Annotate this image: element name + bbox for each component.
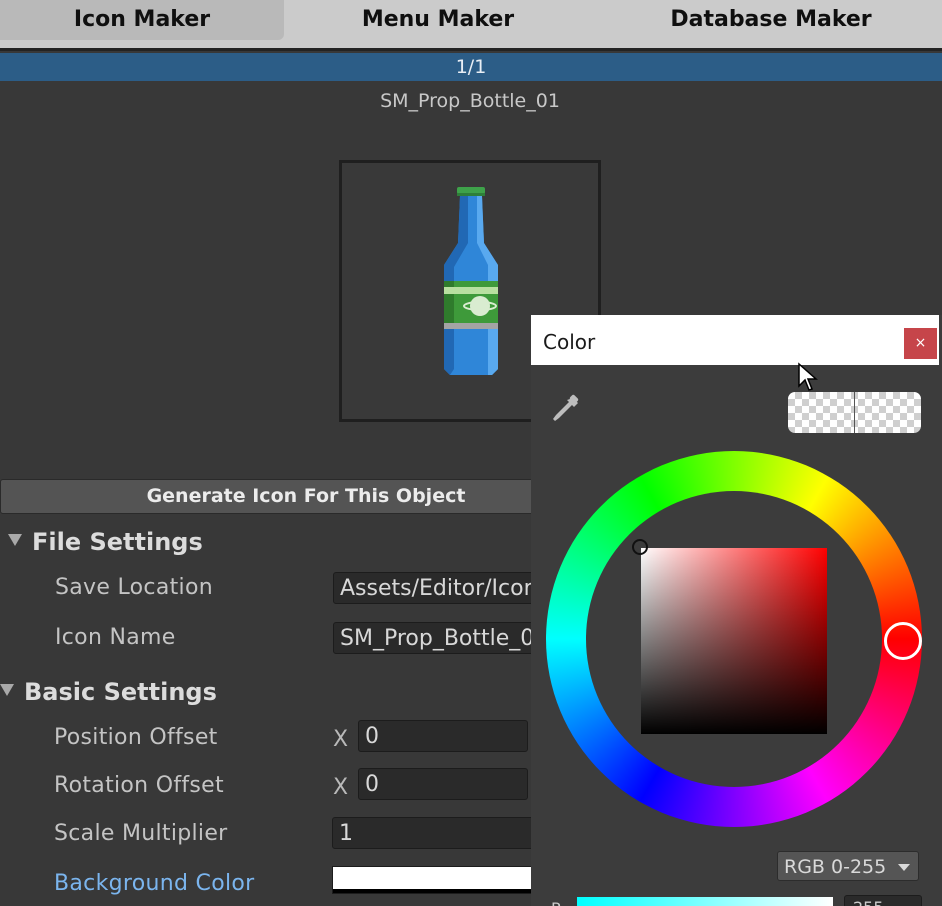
color-picker-titlebar[interactable]: Color × xyxy=(531,315,939,365)
hue-cursor[interactable] xyxy=(884,622,922,660)
close-icon: × xyxy=(914,335,927,351)
scale-multiplier-field[interactable]: 1 xyxy=(332,817,542,849)
foldout-arrow-icon xyxy=(8,534,22,546)
r-channel-label: R xyxy=(551,899,562,906)
page-indicator-text: 1/1 xyxy=(455,56,487,78)
basic-settings-header[interactable]: Basic Settings xyxy=(0,678,217,706)
mouse-cursor-icon xyxy=(798,362,818,391)
saturation-value-square[interactable] xyxy=(641,548,827,734)
background-color-field[interactable] xyxy=(332,866,542,894)
background-color-label: Background Color xyxy=(54,871,255,896)
rotation-offset-x-field[interactable]: 0 xyxy=(358,768,528,800)
icon-name-label: Icon Name xyxy=(55,625,176,650)
generate-icon-button[interactable]: Generate Icon For This Object xyxy=(0,479,612,514)
saturation-value-cursor[interactable] xyxy=(632,539,648,555)
foldout-arrow-icon xyxy=(0,684,14,696)
tab-icon-maker[interactable]: Icon Maker xyxy=(0,0,284,40)
close-button[interactable]: × xyxy=(904,328,937,359)
icon-name-field[interactable]: SM_Prop_Bottle_01 xyxy=(333,622,553,654)
color-picker-title: Color xyxy=(543,330,596,354)
scale-multiplier-label: Scale Multiplier xyxy=(54,821,228,846)
r-channel-slider[interactable] xyxy=(577,897,833,906)
object-name: SM_Prop_Bottle_01 xyxy=(380,90,560,112)
color-mode-dropdown[interactable]: RGB 0-255 xyxy=(777,851,919,881)
color-mode-label: RGB 0-255 xyxy=(784,856,887,878)
save-location-field[interactable]: Assets/Editor/Icons/ xyxy=(333,572,553,604)
rotation-x-label: X xyxy=(333,775,349,800)
color-swatch xyxy=(788,392,921,433)
file-settings-header[interactable]: File Settings xyxy=(8,528,203,556)
tab-menu-maker[interactable]: Menu Maker xyxy=(296,0,580,40)
swatch-divider xyxy=(854,392,855,433)
position-offset-label: Position Offset xyxy=(54,725,218,750)
rotation-offset-label: Rotation Offset xyxy=(54,773,224,798)
position-offset-x-field[interactable]: 0 xyxy=(358,720,528,752)
tab-database-maker[interactable]: Database Maker xyxy=(600,0,942,40)
save-location-label: Save Location xyxy=(55,575,213,600)
basic-settings-title: Basic Settings xyxy=(24,678,217,706)
page-indicator: 1/1 xyxy=(0,53,942,81)
position-x-label: X xyxy=(333,727,349,752)
file-settings-title: File Settings xyxy=(32,528,203,556)
tab-bar: Icon Maker Menu Maker Database Maker xyxy=(0,0,942,51)
color-picker-window: Color × RGB 0-255 R 255 xyxy=(531,315,942,906)
r-channel-field[interactable]: 255 xyxy=(844,895,922,906)
alpha-bar xyxy=(333,889,541,893)
chevron-down-icon xyxy=(898,864,910,871)
eyedropper-icon[interactable] xyxy=(549,393,583,427)
